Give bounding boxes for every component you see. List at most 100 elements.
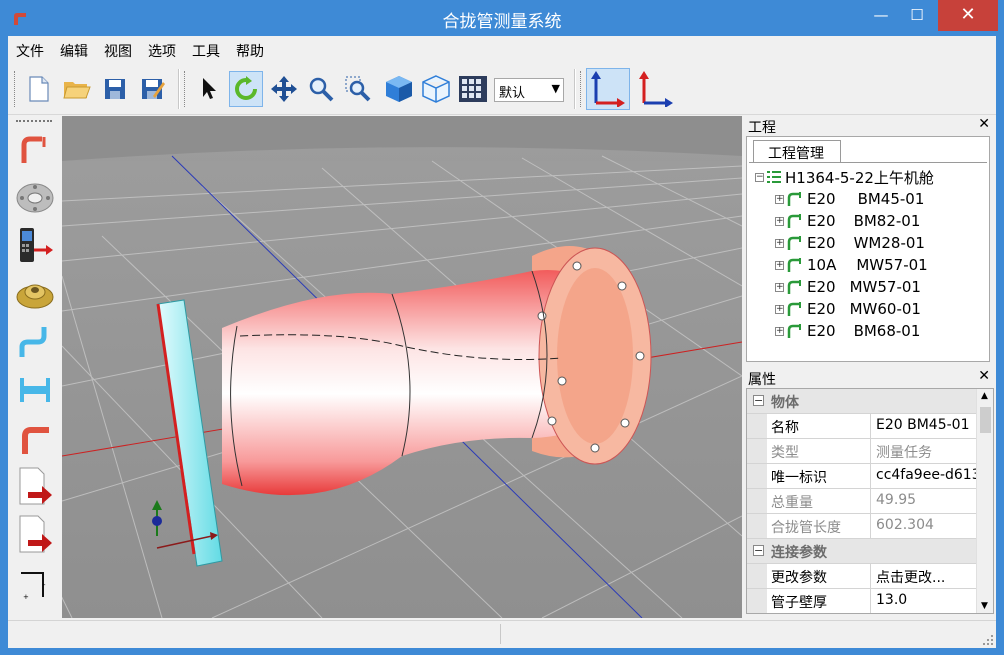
property-value[interactable]: 点击更改... [871, 564, 977, 588]
expand-icon[interactable]: + [775, 260, 784, 270]
property-key: 更改参数 [747, 564, 871, 588]
menu-tools[interactable]: 工具 [184, 36, 228, 62]
category-object[interactable]: − 物体 [747, 389, 977, 414]
grid-view-button[interactable] [456, 71, 490, 107]
scrollbar-thumb[interactable] [980, 407, 991, 433]
select-tool-button[interactable] [192, 71, 226, 107]
project-panel-close-button[interactable]: ✕ [978, 116, 990, 132]
gold-flange-icon [16, 284, 54, 309]
tree-root-label: H1364-5-22上午机舱 [785, 168, 934, 187]
property-key: 总重量 [747, 489, 871, 513]
toolbar-separator [574, 69, 576, 109]
toolbar-grip[interactable] [184, 71, 187, 107]
menu-view[interactable]: 视图 [96, 36, 140, 62]
save-button[interactable] [98, 71, 132, 107]
expand-icon[interactable]: + [775, 238, 784, 248]
folder-open-icon [63, 82, 91, 99]
menu-options[interactable]: 选项 [140, 36, 184, 62]
tree-item[interactable]: + E20 BM82-01 [775, 211, 920, 231]
toolbar-separator [178, 69, 180, 109]
expand-icon[interactable]: + [775, 282, 784, 292]
tree-root[interactable]: − H1364-5-22上午机舱 [755, 167, 934, 187]
menu-edit[interactable]: 编辑 [52, 36, 96, 62]
export-doc-icon [19, 515, 52, 553]
expand-icon[interactable]: + [775, 326, 784, 336]
tree-item-code: E20 [807, 322, 836, 340]
axis-xy-button[interactable] [586, 68, 630, 110]
tree-item[interactable]: + E20 MW60-01 [775, 299, 921, 319]
resize-grip-icon[interactable] [982, 634, 994, 646]
shaded-view-button[interactable] [382, 71, 416, 107]
s-bend-button[interactable] [15, 320, 55, 364]
property-value[interactable]: 13.0 [871, 589, 977, 613]
close-button[interactable]: ✕ [938, 0, 998, 31]
3d-scene [62, 116, 742, 618]
pipe-node-icon [787, 324, 801, 338]
new-file-button[interactable] [22, 71, 56, 107]
menu-help[interactable]: 帮助 [228, 36, 272, 62]
svg-text:+: + [23, 593, 29, 601]
expand-icon[interactable]: + [775, 194, 784, 204]
measure-device-button[interactable] [15, 224, 55, 268]
property-row[interactable]: 管子壁厚 13.0 [747, 589, 977, 613]
list-icon [767, 171, 781, 183]
property-row[interactable]: 唯一标识 cc4fa9ee-d613- [747, 464, 977, 489]
scroll-down-icon[interactable]: ▼ [981, 601, 988, 611]
property-row[interactable]: 合拢管长度 602.304 [747, 514, 977, 539]
pan-tool-button[interactable] [267, 71, 301, 107]
tree-item[interactable]: +10A MW57-01 [775, 255, 928, 275]
toolbar-grip[interactable] [580, 71, 583, 107]
tree-item[interactable]: + E20 BM45-01 [775, 189, 924, 209]
property-row[interactable]: 名称 E20 BM45-01 [747, 414, 977, 439]
move-arrows-icon [271, 76, 297, 102]
pipe-node-icon [787, 192, 801, 206]
tree-item[interactable]: + E20 BM68-01 [775, 321, 920, 341]
wireframe-view-button[interactable] [419, 71, 453, 107]
flange-icon [16, 183, 54, 213]
maximize-button[interactable]: ☐ [902, 0, 932, 31]
dimension-tool-button[interactable]: + - [15, 562, 55, 606]
scroll-up-icon[interactable]: ▲ [981, 391, 988, 401]
dimension-icon: +- [21, 572, 46, 601]
property-scrollbar[interactable]: ▲ ▼ [976, 389, 993, 613]
property-value[interactable]: cc4fa9ee-d613- [871, 464, 977, 488]
svg-text:-: - [43, 581, 46, 589]
expand-icon[interactable]: + [775, 216, 784, 226]
tree-item-name: MW57-01 [849, 278, 921, 296]
elbow-pipe-icon [22, 427, 49, 454]
zoom-window-button[interactable] [341, 71, 375, 107]
save-as-button[interactable] [136, 71, 170, 107]
property-row[interactable]: 总重量 49.95 [747, 489, 977, 514]
toolbar-grip[interactable] [14, 71, 17, 107]
straight-pipe-button[interactable] [15, 368, 55, 412]
property-row[interactable]: 类型 测量任务 [747, 439, 977, 464]
tree-item-code: E20 [807, 300, 836, 318]
pipe-node-icon [787, 236, 801, 250]
flange-tool-button[interactable] [15, 176, 55, 220]
collapse-icon[interactable]: − [755, 172, 764, 182]
menu-file[interactable]: 文件 [8, 36, 52, 62]
toolbar-grip[interactable] [16, 120, 52, 122]
property-row[interactable]: 更改参数 点击更改... [747, 564, 977, 589]
tab-project-management[interactable]: 工程管理 [753, 140, 841, 162]
elbow-button[interactable] [15, 416, 55, 460]
tree-item[interactable]: + E20 MW57-01 [775, 277, 921, 297]
3d-viewport[interactable] [62, 116, 742, 618]
gold-flange-button[interactable] [15, 272, 55, 316]
expand-icon[interactable]: + [775, 304, 784, 314]
axis-xz-button[interactable] [634, 68, 678, 110]
zoom-tool-button[interactable] [304, 71, 338, 107]
tree-item[interactable]: + E20 WM28-01 [775, 233, 925, 253]
pipe-tool-button[interactable] [15, 128, 55, 172]
export-button-2[interactable] [15, 512, 55, 556]
property-value[interactable]: E20 BM45-01 [871, 414, 977, 438]
minimize-button[interactable]: — [866, 0, 896, 31]
window-title: 合拢管测量系统 [442, 12, 562, 32]
view-mode-select[interactable]: 默认 ▼ [494, 78, 564, 102]
tree-item-code: E20 [807, 212, 836, 230]
export-button[interactable] [15, 464, 55, 508]
open-button[interactable] [60, 71, 94, 107]
properties-panel-close-button[interactable]: ✕ [978, 368, 990, 384]
rotate-tool-button[interactable] [229, 71, 263, 107]
category-connection-params[interactable]: − 连接参数 [747, 539, 977, 564]
